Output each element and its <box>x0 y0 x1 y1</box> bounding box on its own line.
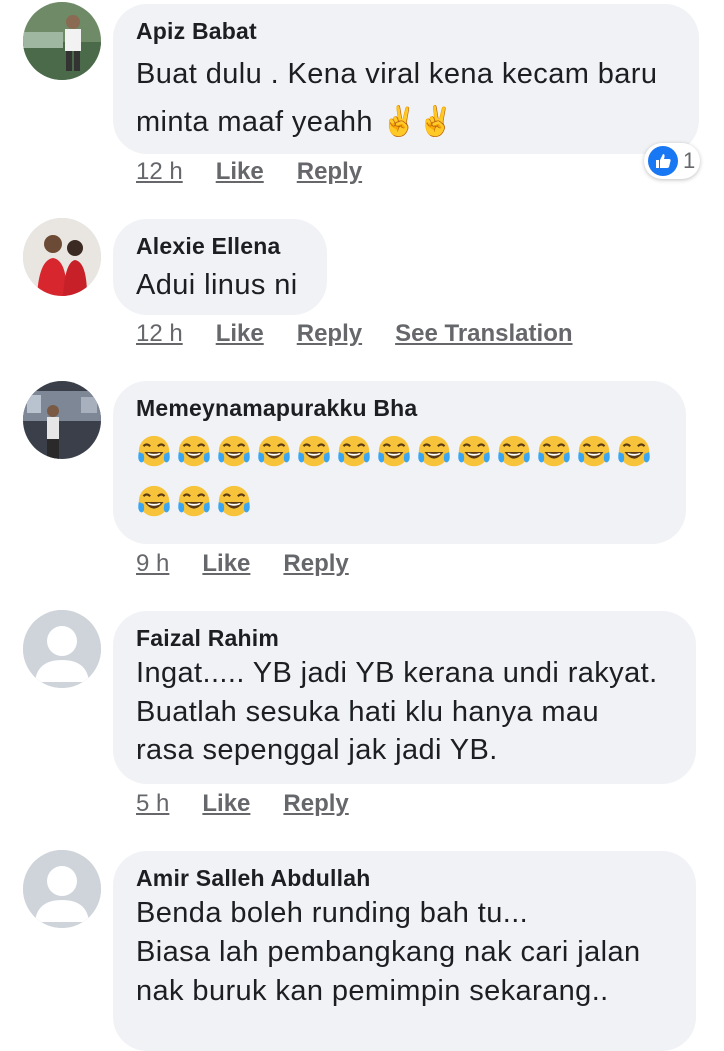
reaction-count-value: 1 <box>683 148 696 173</box>
comment-actions: 12 h Like Reply <box>136 158 395 186</box>
reply-button[interactable]: Reply <box>297 320 362 348</box>
face-with-tears-of-joy-icon <box>135 483 173 521</box>
comment-actions: 9 h Like Reply <box>136 550 382 578</box>
comment-text-line: Buatlah sesuka hati klu hanya mau <box>136 696 599 728</box>
comment-text-line: Ingat..... YB jadi YB kerana undi rakyat… <box>136 657 658 689</box>
avatar[interactable] <box>23 610 101 688</box>
comment-text-line: Benda boleh runding bah tu... <box>136 897 529 929</box>
face-with-tears-of-joy-icon <box>135 433 173 471</box>
avatar[interactable] <box>23 218 101 296</box>
comment-author[interactable]: Memeynamapurakku Bha <box>136 393 662 423</box>
avatar[interactable] <box>23 381 101 459</box>
comment-bubble: Alexie Ellena Adui linus ni <box>113 219 327 315</box>
comment-author[interactable]: Faizal Rahim <box>136 623 672 653</box>
comment-author[interactable]: Alexie Ellena <box>136 231 303 261</box>
comment-bubble: Memeynamapurakku Bha <box>113 381 686 544</box>
timestamp[interactable]: 12 h <box>136 320 183 348</box>
face-with-tears-of-joy-icon <box>215 433 253 471</box>
like-button[interactable]: Like <box>216 320 264 348</box>
comment-text-line: rasa sepenggal jak jadi YB. <box>136 734 498 766</box>
like-icon <box>648 146 678 176</box>
comment-text-line: minta maaf yeahh ✌️✌️ <box>136 106 455 138</box>
comment-actions: 12 h Like Reply See Translation <box>136 320 606 348</box>
reply-button[interactable]: Reply <box>283 790 348 818</box>
face-with-tears-of-joy-icon <box>495 433 533 471</box>
comment-bubble: Apiz Babat Buat dulu . Kena viral kena k… <box>113 4 699 154</box>
like-button[interactable]: Like <box>202 790 250 818</box>
face-with-tears-of-joy-icon <box>175 483 213 521</box>
face-with-tears-of-joy-icon <box>215 483 253 521</box>
reaction-count[interactable]: 1 <box>644 143 700 179</box>
profile-photo <box>23 218 101 296</box>
comment-author[interactable]: Amir Salleh Abdullah <box>136 863 672 893</box>
face-with-tears-of-joy-icon <box>255 433 293 471</box>
comment-text-line: Buat dulu . Kena viral kena kecam baru <box>136 58 658 90</box>
comment-bubble: Faizal Rahim Ingat..... YB jadi YB keran… <box>113 611 696 784</box>
face-with-tears-of-joy-icon <box>455 433 493 471</box>
profile-photo <box>23 381 101 459</box>
comment-text-line: Adui linus ni <box>136 269 298 301</box>
face-with-tears-of-joy-icon <box>535 433 573 471</box>
see-translation-button[interactable]: See Translation <box>395 320 572 348</box>
comment-bubble: Amir Salleh Abdullah Benda boleh runding… <box>113 851 696 1051</box>
comment-actions: 5 h Like Reply <box>136 790 382 818</box>
profile-photo <box>23 2 101 80</box>
timestamp[interactable]: 5 h <box>136 790 169 818</box>
like-button[interactable]: Like <box>202 550 250 578</box>
comment-text-line: Biasa lah pembangkang nak cari jalan <box>136 936 641 968</box>
face-with-tears-of-joy-icon <box>375 433 413 471</box>
face-with-tears-of-joy-icon <box>295 433 333 471</box>
face-with-tears-of-joy-icon <box>175 433 213 471</box>
default-avatar-icon <box>23 850 101 928</box>
avatar[interactable] <box>23 850 101 928</box>
default-avatar-icon <box>23 610 101 688</box>
face-with-tears-of-joy-icon <box>615 433 653 471</box>
reply-button[interactable]: Reply <box>283 550 348 578</box>
emoji-row <box>135 483 662 523</box>
avatar[interactable] <box>23 2 101 80</box>
timestamp[interactable]: 9 h <box>136 550 169 578</box>
face-with-tears-of-joy-icon <box>415 433 453 471</box>
comment-author[interactable]: Apiz Babat <box>136 16 675 46</box>
like-button[interactable]: Like <box>216 158 264 186</box>
emoji-row <box>135 433 662 473</box>
comment-text-line: nak buruk kan pemimpin sekarang.. <box>136 975 609 1007</box>
reply-button[interactable]: Reply <box>297 158 362 186</box>
face-with-tears-of-joy-icon <box>335 433 373 471</box>
timestamp[interactable]: 12 h <box>136 158 183 186</box>
face-with-tears-of-joy-icon <box>575 433 613 471</box>
